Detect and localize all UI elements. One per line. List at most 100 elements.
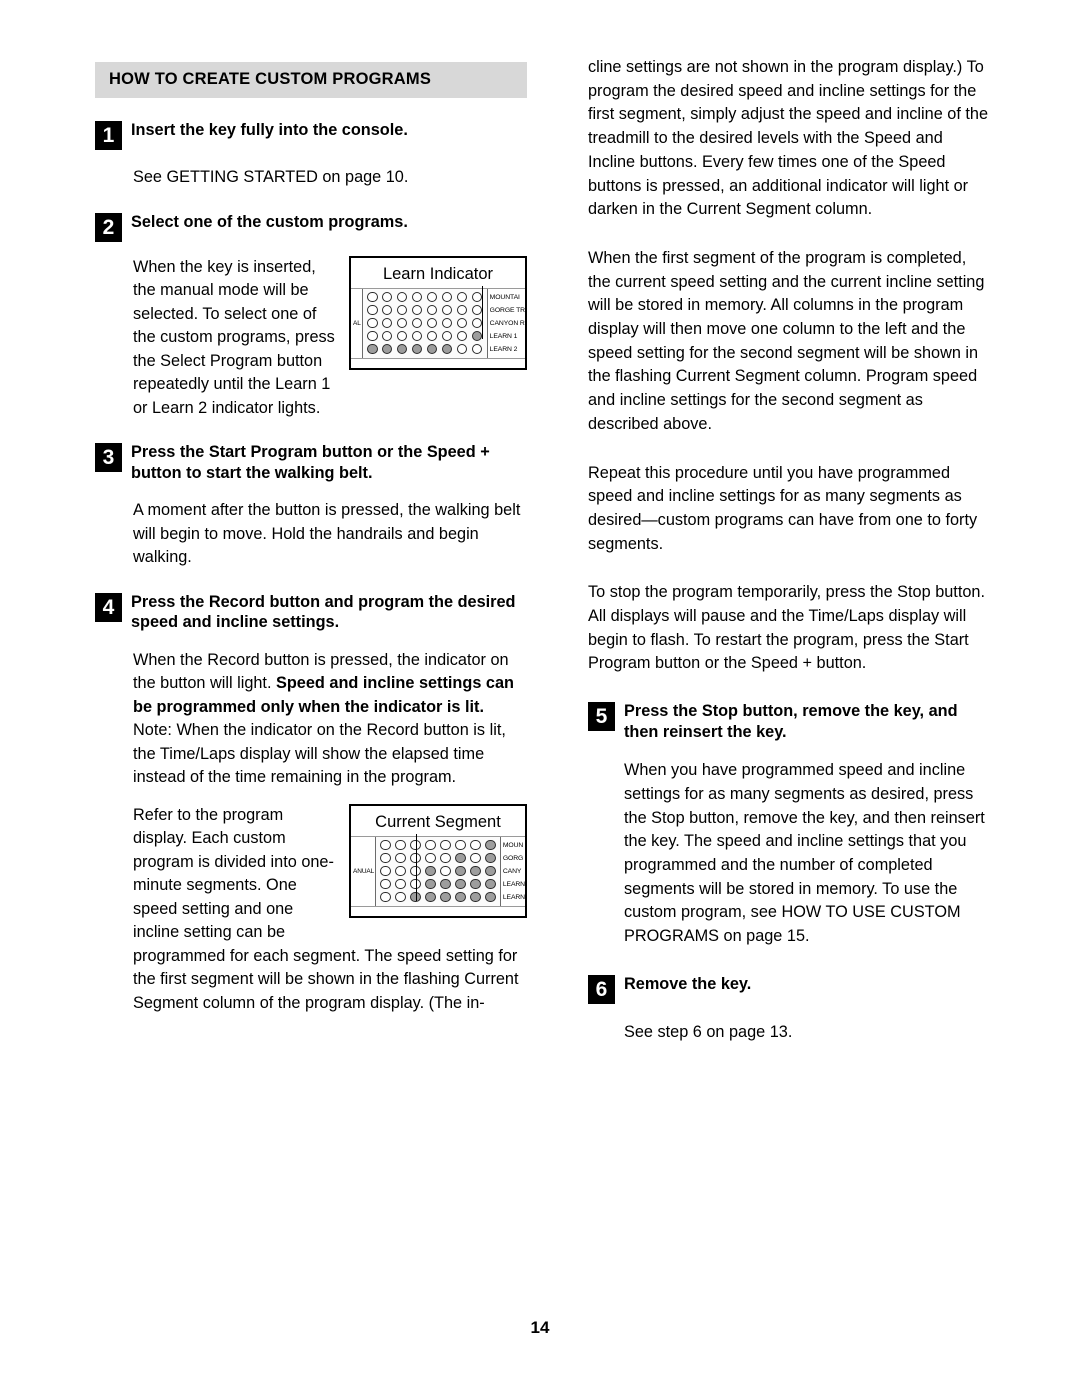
led-indicator-off (440, 865, 451, 877)
step-4-body-part2: Note: When the indicator on the Record b… (133, 721, 506, 786)
step-title: Press the Stop button, remove the key, a… (624, 702, 958, 741)
led-indicator-off (441, 317, 453, 329)
console-led-panel: ANUAL MOUN GORG CANY LEARN LEARN (351, 835, 525, 907)
led-indicator-off (426, 304, 438, 316)
led-indicator-off (470, 852, 481, 864)
led-indicator-on (425, 878, 436, 890)
led-indicator-off (380, 891, 391, 903)
step-number-badge: 1 (95, 121, 122, 150)
led-indicator-off (367, 317, 378, 329)
figure-caption: Learn Indicator (382, 264, 494, 283)
led-row (378, 878, 498, 891)
step-number-badge: 4 (95, 592, 122, 622)
right-paragraph-3: Repeat this procedure until you have pro… (588, 463, 978, 553)
led-indicator-on (425, 865, 436, 877)
led-indicator-off (396, 304, 408, 316)
right-paragraph-2: When the first segment of the program is… (588, 248, 985, 433)
led-indicator-off (425, 852, 436, 864)
led-indicator-on (485, 891, 496, 903)
led-indicator-off (456, 330, 468, 342)
led-indicator-on (396, 343, 408, 355)
led-row (378, 891, 498, 904)
led-indicator-on (485, 878, 496, 890)
led-indicator-on (470, 891, 481, 903)
led-indicator-off (396, 330, 408, 342)
panel-row-label: GORGE TR (489, 306, 525, 314)
step-5: 5 Press the Stop button, remove the key,… (588, 701, 992, 742)
led-indicator-off (456, 304, 468, 316)
led-indicator-off (456, 317, 468, 329)
led-indicator-off (380, 878, 391, 890)
led-indicator-off (367, 330, 378, 342)
led-indicator-off (396, 317, 408, 329)
led-indicator-off (411, 304, 423, 316)
document-page: HOW TO CREATE CUSTOM PROGRAMS 1 Insert t… (0, 0, 1080, 1397)
led-indicator-on (455, 852, 466, 864)
panel-row-label: CANYON R (489, 319, 525, 327)
page-number: 14 (530, 1318, 550, 1337)
leader-line (481, 285, 483, 339)
led-indicator-on (455, 891, 466, 903)
led-indicator-off (440, 852, 451, 864)
led-indicator-off (380, 839, 391, 851)
led-indicator-on (485, 852, 496, 864)
led-indicator-on (426, 343, 438, 355)
current-segment-figure: Current Segment ANUAL MOUN GORG CANY LEARN L… (349, 803, 527, 918)
led-indicator-off (471, 343, 483, 355)
led-indicator-off (367, 304, 378, 316)
led-indicator-off (411, 317, 423, 329)
led-indicator-off (395, 865, 406, 877)
step-title: Select one of the custom programs. (131, 212, 408, 231)
led-indicator-on (381, 343, 393, 355)
step-6: 6 Remove the key. (588, 974, 992, 1004)
right-column: cline settings are not shown in the prog… (588, 56, 992, 1070)
step-title: Press the Record button and program the … (131, 592, 516, 632)
led-indicator-on (425, 891, 436, 903)
led-indicator-on (455, 865, 466, 877)
led-grid (375, 836, 501, 906)
led-indicator-off (425, 839, 436, 851)
led-indicator-off (456, 343, 468, 355)
figure-foot (351, 907, 525, 916)
led-indicator-off (395, 878, 406, 890)
led-indicator-on (367, 343, 378, 355)
step-number-badge: 3 (95, 443, 122, 472)
step-4-body-with-figure: Current Segment ANUAL MOUN GORG CANY LEARN L… (133, 803, 527, 1016)
led-indicator-off (367, 291, 378, 303)
panel-row-label: LEARN (502, 893, 525, 901)
led-indicator-off (381, 317, 393, 329)
panel-left-label: AL (353, 319, 361, 327)
step-6-body: See step 6 on page 13. (624, 1022, 793, 1041)
step-4-body: When the Record button is pressed, the i… (133, 649, 527, 790)
led-indicator-off (441, 291, 453, 303)
led-indicator-off (426, 317, 438, 329)
section-heading: HOW TO CREATE CUSTOM PROGRAMS (95, 62, 527, 98)
figure-caption: Current Segment (375, 812, 501, 831)
led-indicator-off (396, 291, 408, 303)
panel-right-labels: MOUNTAI GORGE TR CANYON R LEARN 1 LEARN 2 (488, 289, 525, 358)
step-4: 4 Press the Record button and program th… (95, 592, 527, 633)
led-indicator-off (455, 839, 466, 851)
led-row (378, 852, 498, 865)
panel-row-label: CANY (502, 867, 522, 875)
led-indicator-off (470, 839, 481, 851)
led-indicator-off (395, 891, 406, 903)
led-row (378, 865, 498, 878)
panel-left-label: ANUAL (353, 867, 375, 875)
led-row (365, 317, 485, 330)
led-indicator-off (380, 852, 391, 864)
right-paragraph-4: To stop the program temporarily, press t… (588, 583, 985, 673)
panel-row-label: LEARN (502, 880, 525, 888)
led-row (365, 291, 485, 304)
panel-row-label: GORG (502, 854, 524, 862)
step-3: 3 Press the Start Program button or the … (95, 442, 527, 483)
led-indicator-off (426, 330, 438, 342)
panel-row-label: LEARN 1 (489, 332, 518, 340)
step-2: 2 Select one of the custom programs. (95, 212, 527, 242)
panel-row-label: MOUN (502, 841, 524, 849)
led-indicator-on (485, 839, 496, 851)
led-indicator-off (441, 330, 453, 342)
led-indicator-off (411, 330, 423, 342)
led-indicator-on (455, 878, 466, 890)
step-title: Press the Start Program button or the Sp… (131, 443, 490, 482)
